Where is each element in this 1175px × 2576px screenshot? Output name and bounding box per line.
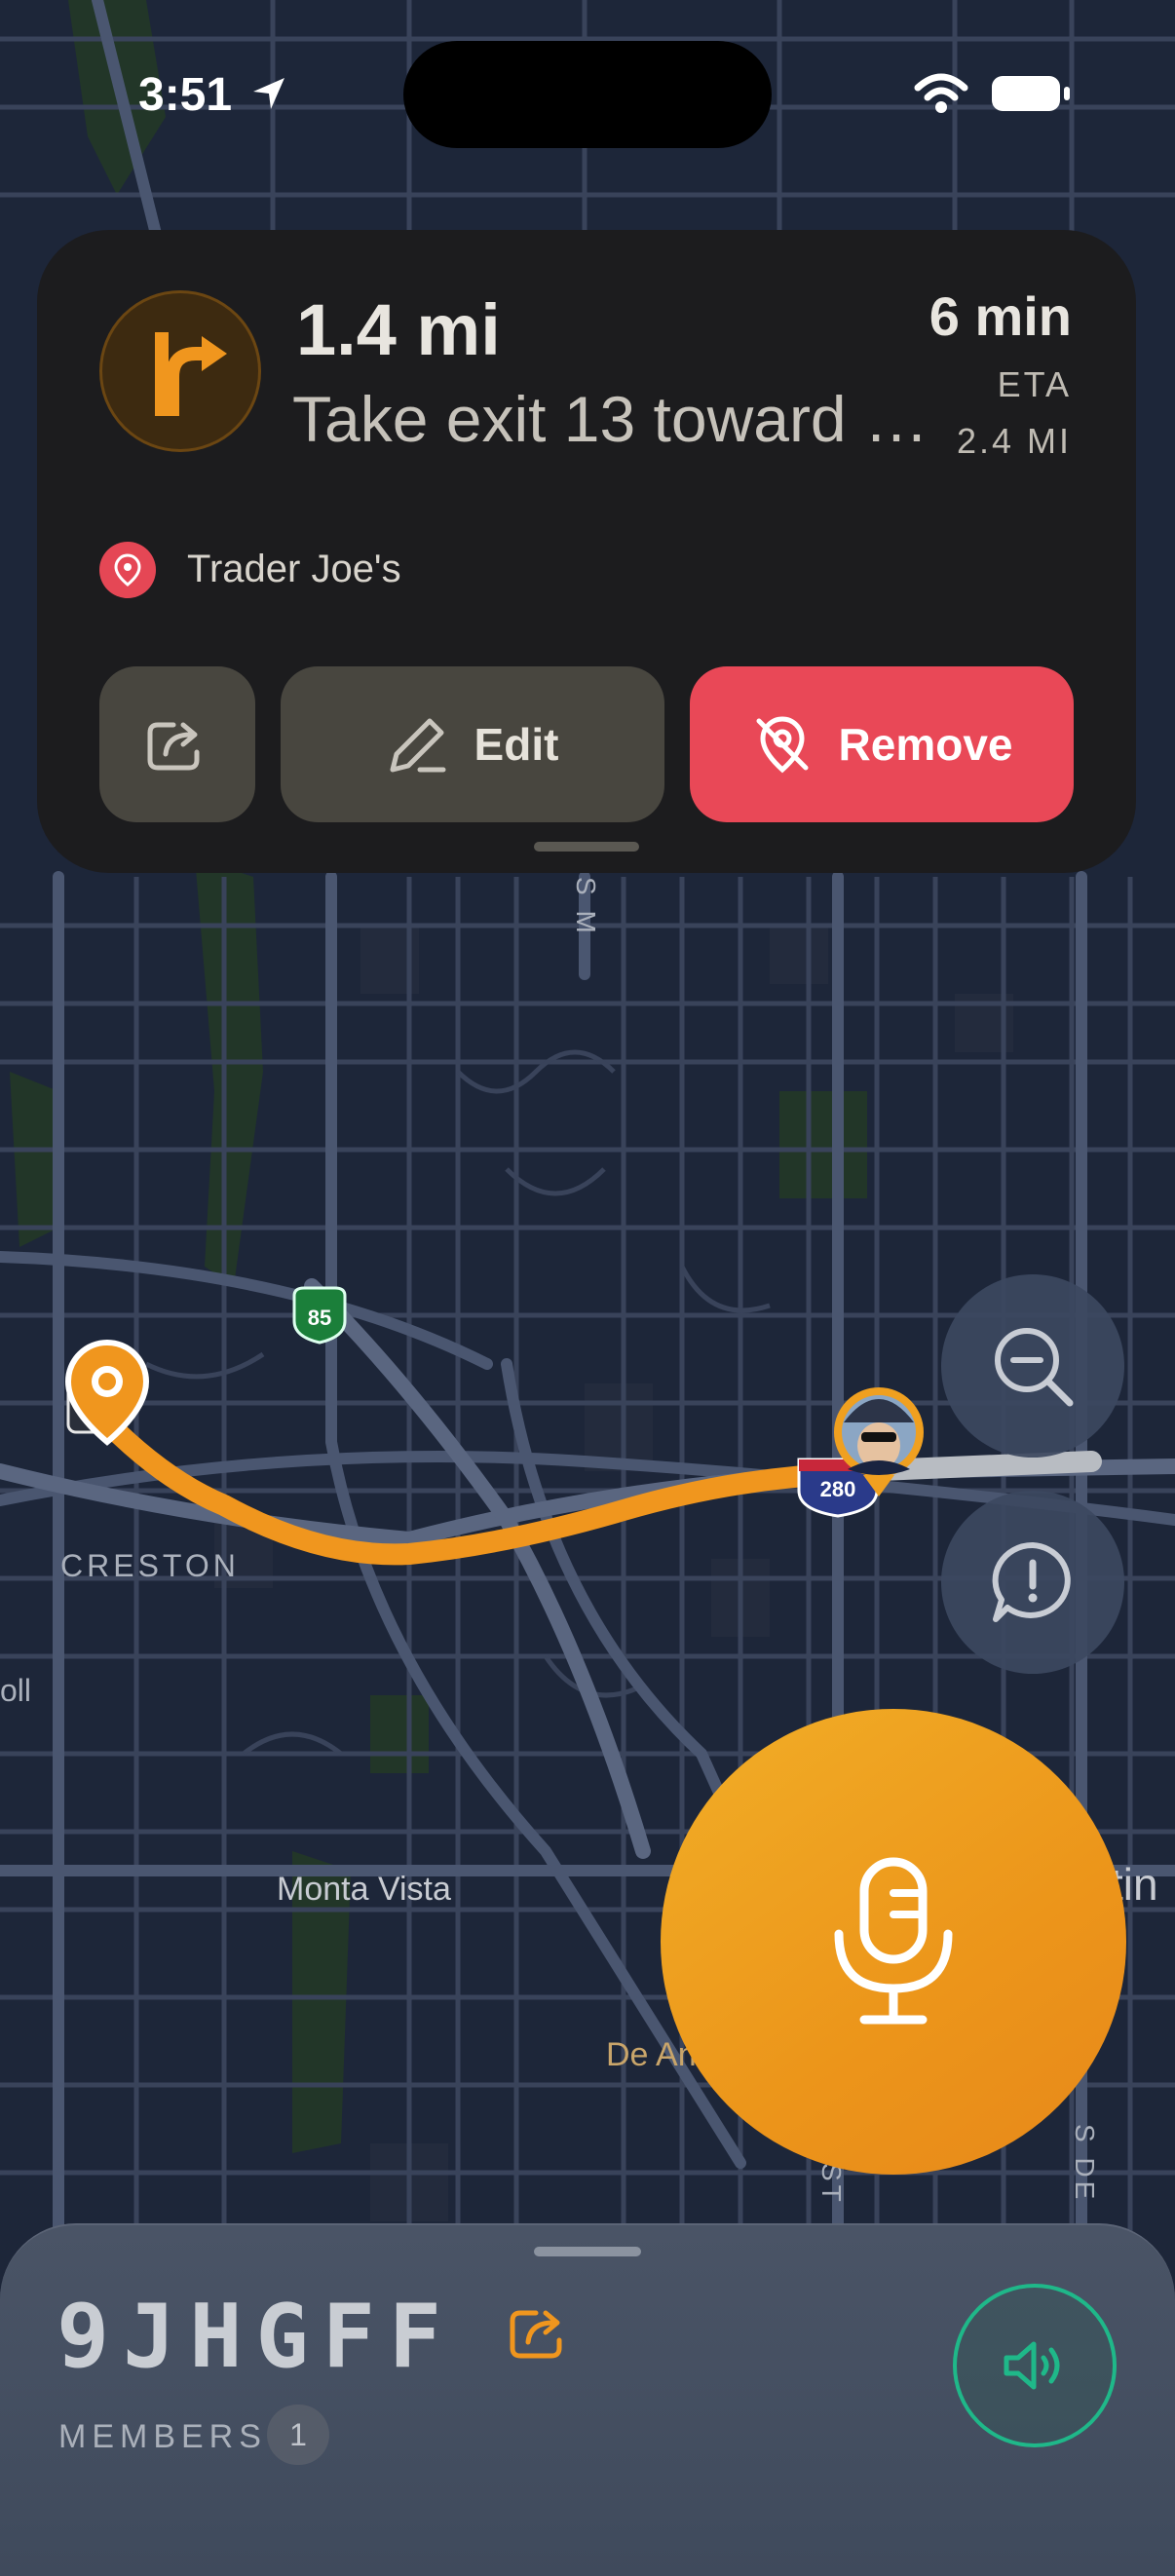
map-label-st: ST xyxy=(816,2163,847,2206)
location-off-icon xyxy=(756,716,809,774)
route-85-label: 85 xyxy=(308,1306,331,1330)
speaker-icon xyxy=(1004,2341,1060,2390)
pencil-icon xyxy=(390,718,446,773)
members-count-badge: 1 xyxy=(267,2405,329,2465)
zoom-out-icon xyxy=(995,1328,1074,1407)
maneuver-distance: 1.4 mi xyxy=(296,289,501,370)
zoom-out-button[interactable] xyxy=(941,1274,1124,1458)
report-button[interactable] xyxy=(941,1491,1124,1674)
route-280-label: 280 xyxy=(820,1477,856,1501)
sheet-drag-handle[interactable] xyxy=(534,2247,641,2256)
eta-label: ETA xyxy=(997,364,1072,404)
destination-name: Trader Joe's xyxy=(187,548,401,590)
battery-icon xyxy=(992,76,1070,111)
edit-button-label: Edit xyxy=(474,719,559,770)
remove-button[interactable]: Remove xyxy=(690,666,1074,822)
microphone-button[interactable] xyxy=(661,1709,1126,2175)
map-label-s-m: S M xyxy=(571,877,601,937)
remove-button-label: Remove xyxy=(838,719,1013,770)
share-icon xyxy=(147,722,200,771)
navigation-card[interactable]: 1.4 mi Take exit 13 toward Sunnyvale 6 m… xyxy=(37,230,1136,873)
eta-minutes: 6 min xyxy=(929,285,1072,347)
destination-pin-icon xyxy=(99,542,156,598)
card-drag-handle[interactable] xyxy=(534,842,639,852)
microphone-icon xyxy=(834,1857,953,2025)
status-time: 3:51 xyxy=(138,69,233,121)
turn-right-icon xyxy=(155,332,227,416)
remaining-distance: 2.4 MI xyxy=(956,421,1072,461)
dynamic-island xyxy=(403,41,772,148)
turn-direction xyxy=(99,290,261,452)
maneuver-instruction: Take exit 13 toward Sunnyvale xyxy=(292,383,935,455)
speaker-button[interactable] xyxy=(953,2284,1117,2447)
share-route-button[interactable] xyxy=(99,666,255,822)
group-sheet[interactable]: 9JHGFF MEMBERS 1 xyxy=(0,2223,1175,2576)
report-icon xyxy=(992,1541,1071,1622)
map-label-s-de: S DE xyxy=(1070,2124,1100,2203)
location-arrow-icon xyxy=(253,78,284,109)
edit-button[interactable]: Edit xyxy=(281,666,664,822)
members-label: MEMBERS xyxy=(58,2418,267,2455)
wifi-icon xyxy=(914,73,968,113)
map-label-monta-vista: Monta Vista xyxy=(277,1871,451,1908)
status-bar: 3:51 xyxy=(0,0,1175,185)
map-label-oll: oll xyxy=(0,1673,31,1708)
group-code: 9JHGFF xyxy=(57,2286,456,2388)
route-85-shield: 85 xyxy=(292,1286,347,1345)
share-code-icon[interactable] xyxy=(509,2305,571,2362)
map-label-creston: CRESTON xyxy=(60,1548,240,1583)
